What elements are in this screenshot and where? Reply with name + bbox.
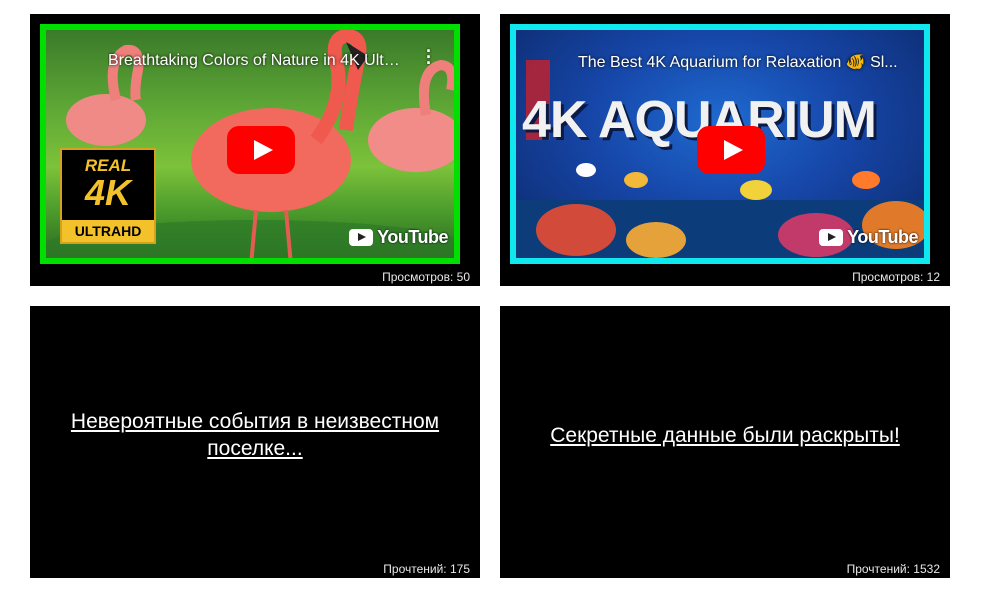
play-button-icon[interactable]: [697, 126, 765, 174]
badge-4k-text: 4K: [84, 172, 132, 213]
badge-ultrahd-text: ULTRAHD: [62, 220, 154, 242]
youtube-watermark[interactable]: YouTube: [349, 227, 448, 248]
story-card-1[interactable]: Невероятные события в неизвестном поселк…: [30, 306, 480, 578]
youtube-logo-icon: [819, 229, 844, 246]
story-title-link[interactable]: Невероятные события в неизвестном поселк…: [30, 408, 480, 462]
read-count: Прочтений: 1532: [846, 562, 940, 576]
view-count: Просмотров: 12: [852, 270, 940, 284]
view-count: Просмотров: 50: [382, 270, 470, 284]
youtube-watermark-text: YouTube: [847, 227, 918, 247]
more-options-icon[interactable]: · · ·: [426, 42, 432, 72]
video-title[interactable]: The Best 4K Aquarium for Relaxation 🐠 Sl…: [578, 52, 918, 72]
story-title-link[interactable]: Секретные данные были раскрыты!: [500, 422, 950, 449]
video-card-1: REAL 4K ULTRAHD Breathtaking Colors of N…: [30, 14, 480, 286]
youtube-logo-icon: [349, 229, 374, 246]
video-player-2[interactable]: 4K AQUARIUM The Best 4K Aquarium for Rel…: [510, 24, 930, 264]
video-player-1[interactable]: REAL 4K ULTRAHD Breathtaking Colors of N…: [40, 24, 460, 264]
youtube-watermark[interactable]: YouTube: [819, 227, 918, 248]
video-thumbnail-2[interactable]: 4K AQUARIUM The Best 4K Aquarium for Rel…: [516, 30, 924, 258]
story-card-2[interactable]: Секретные данные были раскрыты! Прочтени…: [500, 306, 950, 578]
read-count: Прочтений: 175: [383, 562, 470, 576]
youtube-watermark-text: YouTube: [377, 227, 448, 247]
video-title[interactable]: Breathtaking Colors of Nature in 4K Ultr…: [108, 52, 404, 70]
real-4k-badge: REAL 4K ULTRAHD: [60, 148, 156, 244]
video-thumbnail-1[interactable]: REAL 4K ULTRAHD Breathtaking Colors of N…: [46, 30, 454, 258]
play-button-icon[interactable]: [227, 126, 295, 174]
video-card-2: 4K AQUARIUM The Best 4K Aquarium for Rel…: [500, 14, 950, 286]
